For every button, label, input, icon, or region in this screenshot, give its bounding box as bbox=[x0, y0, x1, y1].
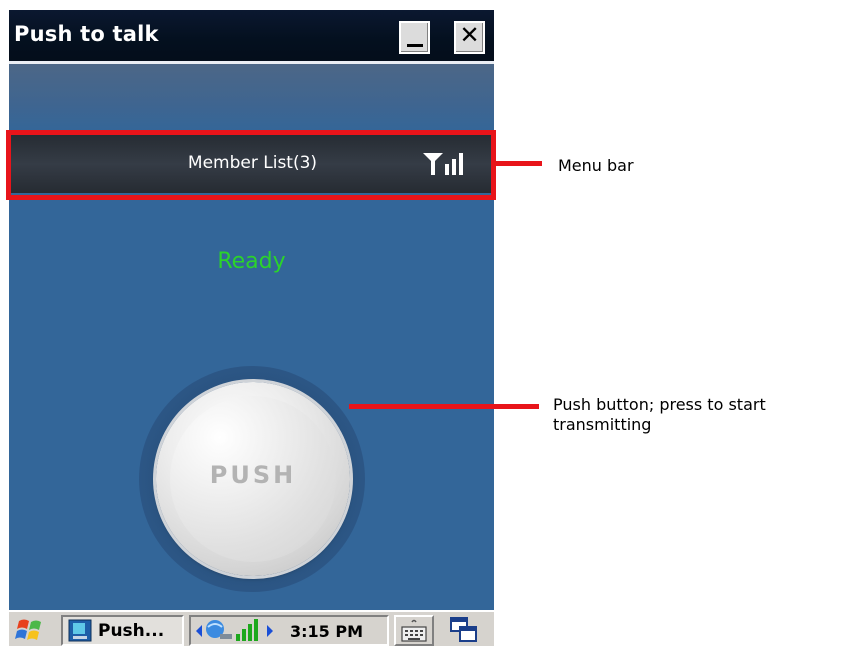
push-button-callout-line bbox=[349, 404, 539, 409]
task-push-button[interactable]: Push... bbox=[61, 615, 184, 646]
desktop-button[interactable] bbox=[439, 615, 489, 646]
windows-start-icon bbox=[15, 619, 41, 640]
close-icon: ✕ bbox=[459, 21, 480, 49]
clock[interactable]: 3:15 PM bbox=[290, 622, 363, 641]
title-bar: Push to talk ✕ bbox=[9, 10, 494, 64]
push-button[interactable]: PUSH bbox=[156, 382, 350, 576]
network-icon[interactable] bbox=[204, 619, 232, 643]
system-tray: 3:15 PM bbox=[189, 615, 389, 646]
menu-bar-caption: Menu bar bbox=[558, 156, 634, 175]
task-push-label: Push... bbox=[98, 621, 165, 641]
keyboard-icon bbox=[401, 619, 427, 642]
push-caption-line-1: Push button; press to start bbox=[553, 395, 766, 414]
app-task-icon bbox=[68, 619, 92, 642]
device-screen: Push to talk ✕ Member List(3) Ready PUSH bbox=[9, 10, 494, 646]
tray-right-arrow-icon[interactable] bbox=[266, 625, 274, 637]
push-caption-line-2: transmitting bbox=[553, 415, 652, 434]
signal-icon[interactable] bbox=[235, 618, 259, 642]
close-button[interactable]: ✕ bbox=[454, 21, 485, 54]
menu-bar-callout-line bbox=[496, 161, 542, 166]
desktop-icon bbox=[450, 617, 477, 642]
minimize-icon bbox=[407, 44, 423, 47]
taskbar: Push... 3:15 PM bbox=[9, 610, 494, 646]
push-button-caption: Push button; press to start transmitting bbox=[553, 395, 843, 435]
keyboard-button[interactable] bbox=[394, 615, 434, 646]
menu-bar-highlight bbox=[6, 130, 496, 200]
tray-left-arrow-icon[interactable] bbox=[195, 625, 203, 637]
status-text: Ready bbox=[217, 249, 286, 274]
start-button[interactable] bbox=[11, 615, 55, 646]
push-button-label: PUSH bbox=[209, 461, 297, 489]
minimize-button[interactable] bbox=[399, 21, 430, 54]
window-title: Push to talk bbox=[14, 22, 159, 46]
